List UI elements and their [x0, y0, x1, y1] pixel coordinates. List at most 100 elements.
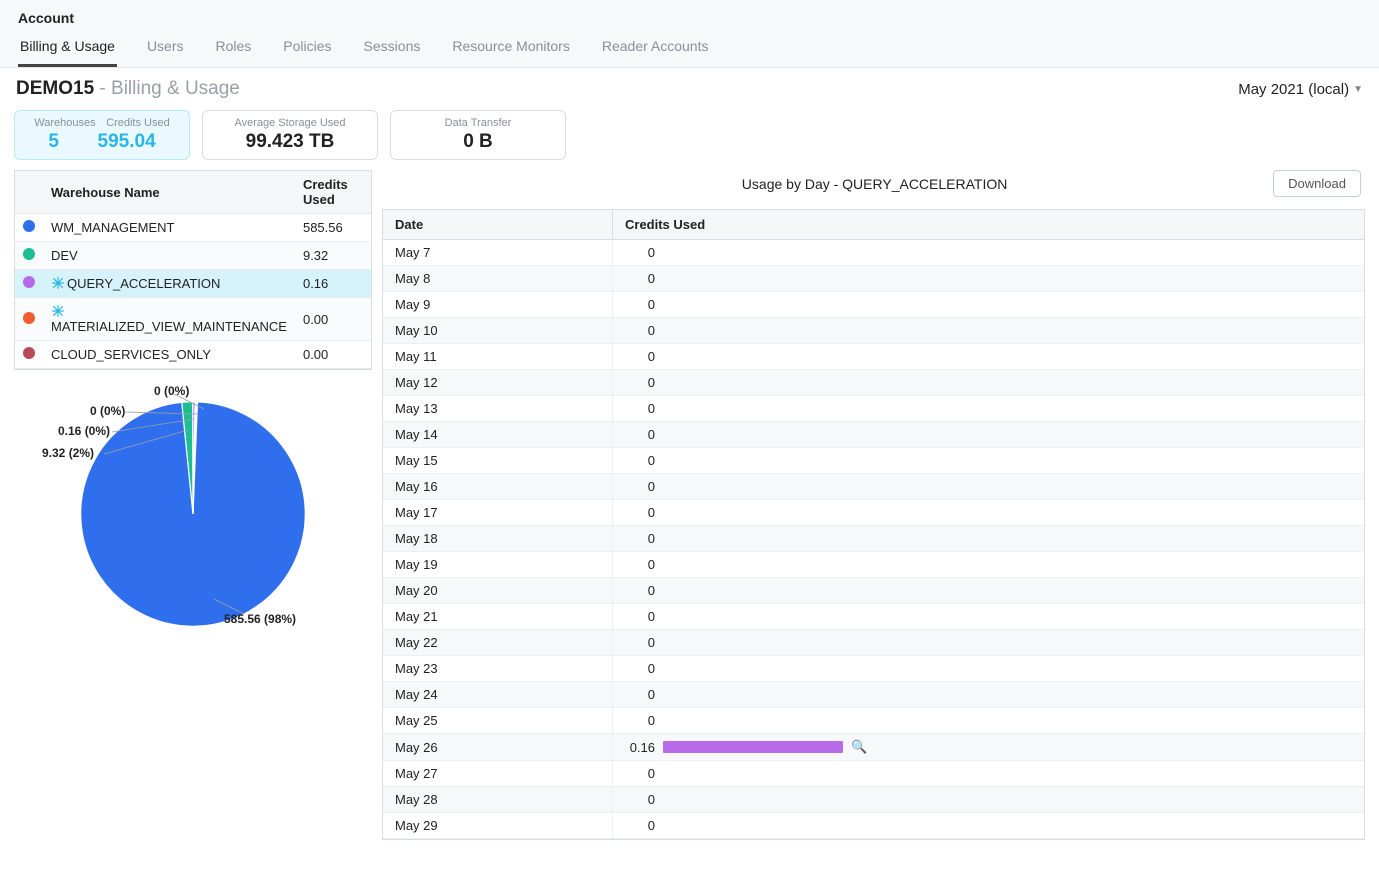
month-picker-label: May 2021 (local) — [1238, 81, 1349, 98]
magnifier-icon[interactable]: 🔍 — [851, 739, 867, 755]
breadcrumb-account: DEMO15 — [16, 78, 94, 99]
color-dot — [23, 248, 35, 260]
pie-label: 0 (0%) — [154, 384, 189, 398]
usage-row[interactable]: May 70 — [383, 240, 1364, 266]
usage-credits-value: 0 — [625, 583, 655, 598]
usage-credits-value: 0.16 — [625, 740, 655, 755]
usage-date: May 26 — [383, 734, 613, 761]
usage-row[interactable]: May 130 — [383, 396, 1364, 422]
usage-credits-value: 0 — [625, 531, 655, 546]
usage-credits-value: 0 — [625, 609, 655, 624]
tab-reader[interactable]: Reader Accounts — [600, 28, 711, 67]
usage-bar — [663, 741, 843, 753]
tab-resmon[interactable]: Resource Monitors — [450, 28, 572, 67]
usage-date: May 16 — [383, 474, 613, 500]
tab-users[interactable]: Users — [145, 28, 186, 67]
usage-row[interactable]: May 230 — [383, 656, 1364, 682]
tabs: Billing & Usage Users Roles Policies Session… — [0, 28, 1379, 67]
warehouse-col-credits[interactable]: Credits Used — [295, 171, 371, 214]
pie-label: 585.56 (98%) — [224, 612, 296, 626]
warehouse-row[interactable]: DEV9.32 — [15, 242, 371, 270]
usage-date: May 17 — [383, 500, 613, 526]
usage-row[interactable]: May 190 — [383, 552, 1364, 578]
warehouse-row[interactable]: CLOUD_SERVICES_ONLY0.00 — [15, 341, 371, 369]
usage-row[interactable]: May 80 — [383, 266, 1364, 292]
credits-pie-chart: 0 (0%)0 (0%)0.16 (0%)9.32 (2%)585.56 (98… — [14, 384, 372, 644]
warehouse-row[interactable]: MATERIALIZED_VIEW_MAINTENANCE0.00 — [15, 298, 371, 341]
warehouse-credits: 585.56 — [295, 214, 371, 242]
usage-credits-value: 0 — [625, 479, 655, 494]
warehouse-name: QUERY_ACCELERATION — [43, 270, 295, 298]
usage-credits-value: 0 — [625, 818, 655, 833]
warehouse-credits: 0.16 — [295, 270, 371, 298]
usage-row[interactable]: May 20 0 — [383, 578, 1364, 604]
usage-row[interactable]: May 290 — [383, 813, 1364, 839]
usage-row[interactable]: May 270 — [383, 761, 1364, 787]
usage-credits-value: 0 — [625, 635, 655, 650]
warehouse-col-name[interactable]: Warehouse Name — [43, 171, 295, 214]
usage-date: May 12 — [383, 370, 613, 396]
snowflake-icon — [51, 304, 67, 319]
usage-date: May 8 — [383, 266, 613, 292]
tab-policies[interactable]: Policies — [281, 28, 333, 67]
usage-date: May 22 — [383, 630, 613, 656]
warehouse-credits: 9.32 — [295, 242, 371, 270]
usage-row[interactable]: May 12 0 — [383, 370, 1364, 396]
chevron-down-icon: ▼ — [1353, 84, 1363, 95]
usage-row[interactable]: May 22 0 — [383, 630, 1364, 656]
usage-credits-value: 0 — [625, 297, 655, 312]
pie-label: 9.32 (2%) — [42, 446, 94, 460]
pie-label: 0 (0%) — [90, 404, 125, 418]
usage-date: May 9 — [383, 292, 613, 318]
usage-row[interactable]: May 280 — [383, 787, 1364, 813]
warehouse-row[interactable]: WM_MANAGEMENT585.56 — [15, 214, 371, 242]
color-dot — [23, 276, 35, 288]
usage-row[interactable]: May 240 — [383, 682, 1364, 708]
usage-table: Date Credits Used May 70May 80May 90May … — [382, 209, 1365, 840]
usage-row[interactable]: May 150 — [383, 448, 1364, 474]
storage-label: Average Storage Used — [217, 117, 363, 129]
usage-row[interactable]: May 250 — [383, 708, 1364, 734]
warehouse-table: Warehouse Name Credits Used WM_MANAGEMEN… — [14, 170, 372, 370]
usage-row[interactable]: May 140 — [383, 422, 1364, 448]
usage-credits-value: 0 — [625, 661, 655, 676]
transfer-label: Data Transfer — [405, 117, 551, 129]
usage-date: May 13 — [383, 396, 613, 422]
usage-credits-value: 0 — [625, 323, 655, 338]
usage-date: May 11 — [383, 344, 613, 370]
usage-credits-value: 0 — [625, 375, 655, 390]
snowflake-icon — [51, 276, 67, 291]
usage-credits-value: 0 — [625, 349, 655, 364]
usage-row[interactable]: May 26 0.16 🔍 — [383, 734, 1364, 761]
usage-credits-value: 0 — [625, 505, 655, 520]
month-picker[interactable]: May 2021 (local) ▼ — [1238, 81, 1363, 98]
credits-used-value: 595.04 — [98, 131, 156, 153]
warehouse-name: WM_MANAGEMENT — [43, 214, 295, 242]
card-storage[interactable]: Average Storage Used 99.423 TB — [202, 110, 378, 160]
usage-date: May 20 — [383, 578, 613, 604]
warehouse-name: DEV — [43, 242, 295, 270]
credits-used-label: Credits Used — [106, 117, 170, 129]
usage-col-credits[interactable]: Credits Used — [613, 210, 1364, 240]
usage-row[interactable]: May 9 0 — [383, 292, 1364, 318]
tab-sessions[interactable]: Sessions — [362, 28, 423, 67]
warehouse-credits: 0.00 — [295, 298, 371, 341]
usage-row[interactable]: May 210 — [383, 604, 1364, 630]
usage-row[interactable]: May 11 0 — [383, 344, 1364, 370]
download-button[interactable]: Download — [1273, 170, 1361, 197]
usage-row[interactable]: May 17 0 — [383, 500, 1364, 526]
usage-col-date[interactable]: Date — [383, 210, 613, 240]
tab-roles[interactable]: Roles — [214, 28, 254, 67]
warehouse-row[interactable]: QUERY_ACCELERATION0.16 — [15, 270, 371, 298]
transfer-value: 0 B — [405, 131, 551, 153]
usage-row[interactable]: May 16 0 — [383, 474, 1364, 500]
card-overview[interactable]: Warehouses Credits Used 5 595.04 — [14, 110, 190, 160]
usage-row[interactable]: May 180 — [383, 526, 1364, 552]
usage-row[interactable]: May 100 — [383, 318, 1364, 344]
warehouse-name: MATERIALIZED_VIEW_MAINTENANCE — [43, 298, 295, 341]
tab-billing[interactable]: Billing & Usage — [18, 28, 117, 67]
usage-date: May 25 — [383, 708, 613, 734]
color-dot — [23, 220, 35, 232]
usage-credits-value: 0 — [625, 687, 655, 702]
card-transfer[interactable]: Data Transfer 0 B — [390, 110, 566, 160]
